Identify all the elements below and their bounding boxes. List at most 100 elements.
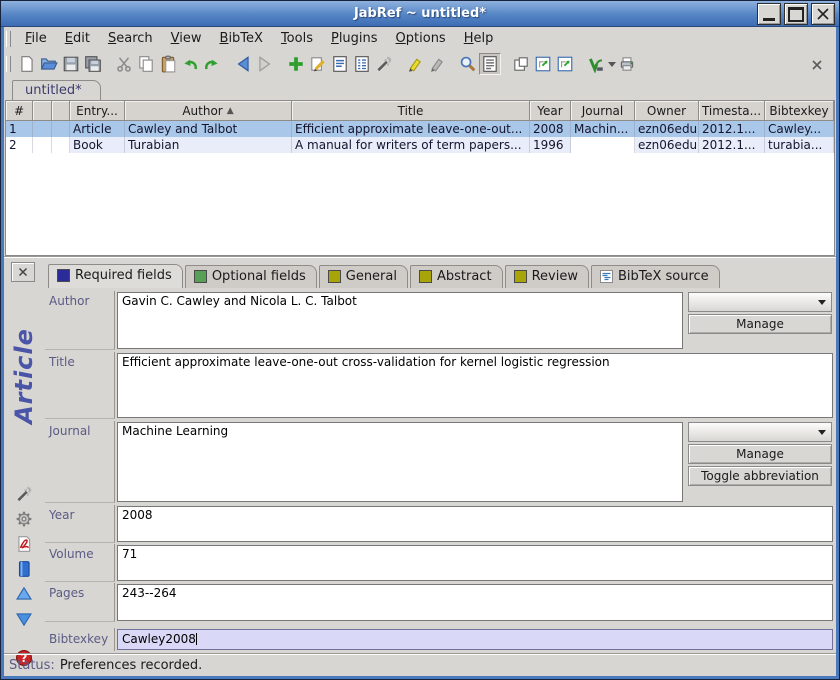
back-triangle-icon[interactable]	[232, 53, 254, 75]
cell-entrytype[interactable]: Book	[70, 137, 125, 153]
cell-year[interactable]: 2008	[530, 121, 571, 137]
col-timestamp[interactable]: Timesta...	[699, 101, 765, 121]
menu-tools[interactable]: Tools	[272, 29, 322, 48]
cell-author[interactable]: Cawley and Talbot	[125, 121, 292, 137]
tab-optional-fields[interactable]: Optional fields	[185, 265, 317, 288]
year-field[interactable]: 2008	[117, 506, 833, 542]
edit-entry-pencil-icon[interactable]	[307, 53, 329, 75]
col-journal[interactable]: Journal	[571, 101, 635, 121]
author-dropdown[interactable]	[688, 292, 832, 312]
cell-number[interactable]: 1	[6, 121, 33, 137]
undo-arrow-icon[interactable]	[179, 53, 201, 75]
author-field[interactable]: Gavin C. Cawley and Nicola L. C. Talbot	[117, 292, 683, 349]
journal-dropdown[interactable]	[688, 422, 832, 442]
maximize-button[interactable]	[784, 3, 808, 25]
col-year[interactable]: Year	[530, 101, 571, 121]
unmark-gray-marker-icon[interactable]	[426, 53, 448, 75]
editor-close-button[interactable]	[11, 262, 35, 282]
push-doc-arrow-icon[interactable]	[532, 53, 554, 75]
close-button[interactable]	[811, 3, 835, 25]
new-database-icon[interactable]	[16, 53, 38, 75]
cleanup-wand-icon[interactable]	[373, 53, 395, 75]
cell-title[interactable]: Efficient approximate leave-one-out...	[292, 121, 530, 137]
save-database-icon[interactable]	[60, 53, 82, 75]
minimize-button[interactable]	[757, 3, 781, 25]
paste-clipboard-icon[interactable]	[157, 53, 179, 75]
up-arrow-icon[interactable]	[13, 585, 35, 603]
redo-arrow-icon[interactable]	[201, 53, 223, 75]
down-arrow-icon[interactable]	[13, 610, 35, 628]
menu-plugins[interactable]: Plugins	[322, 29, 387, 48]
col-entrytype[interactable]: Entry...	[70, 101, 125, 121]
tab-general[interactable]: General	[319, 265, 408, 288]
title-field[interactable]: Efficient approximate leave-one-out cros…	[117, 353, 833, 418]
push-doc-arrow2-icon[interactable]	[554, 53, 576, 75]
cell-title[interactable]: A manual for writers of term papers...	[292, 137, 530, 153]
col-number[interactable]: #	[6, 101, 33, 121]
cell-journal[interactable]: Machin...	[571, 121, 635, 137]
cell-journal[interactable]	[571, 137, 635, 153]
book-icon[interactable]	[13, 560, 35, 578]
toggle-preview-doc-icon[interactable]	[479, 53, 501, 75]
cell-timestamp[interactable]: 2012.1...	[699, 121, 765, 137]
save-all-icon[interactable]	[82, 53, 104, 75]
col-bibtexkey[interactable]: Bibtexkey	[765, 101, 834, 121]
menu-edit[interactable]: Edit	[56, 29, 99, 48]
cell-bibtexkey[interactable]: Cawley...	[765, 121, 834, 137]
pages-field[interactable]: 243--264	[117, 584, 833, 621]
menu-bibtex[interactable]: BibTeX	[211, 29, 272, 48]
menu-search[interactable]: Search	[99, 29, 162, 48]
edit-preamble-doc-icon[interactable]	[351, 53, 373, 75]
toolbar-handle[interactable]	[6, 56, 11, 72]
col-icon1[interactable]	[33, 101, 52, 121]
forward-triangle-icon[interactable]	[254, 53, 276, 75]
menubar-handle[interactable]	[6, 31, 11, 47]
close-icon[interactable]	[806, 54, 828, 76]
mark-yellow-marker-icon[interactable]	[404, 53, 426, 75]
col-owner[interactable]: Owner	[635, 101, 699, 121]
journal-field[interactable]: Machine Learning	[117, 422, 683, 502]
cell-timestamp[interactable]: 2012.1...	[699, 137, 765, 153]
menu-view[interactable]: View	[162, 29, 211, 48]
menu-file[interactable]: File	[16, 29, 56, 48]
tab-review[interactable]: Review	[505, 265, 589, 288]
bibtexkey-field[interactable]: Cawley2008	[117, 629, 833, 650]
pdf-icon[interactable]	[13, 535, 35, 553]
manage-button[interactable]: Manage	[688, 444, 832, 464]
tab-abstract[interactable]: Abstract	[410, 265, 503, 288]
menu-help[interactable]: Help	[455, 29, 503, 48]
toggle-abbreviation-button[interactable]: Toggle abbreviation	[688, 466, 832, 486]
col-title[interactable]: Title	[292, 101, 530, 121]
cell-entrytype[interactable]: Article	[70, 121, 125, 137]
printer-icon[interactable]	[616, 53, 638, 75]
file-tab-untitled[interactable]: untitled*	[12, 80, 101, 101]
open-database-icon[interactable]	[38, 53, 60, 75]
table-row[interactable]: 1 Article Cawley and Talbot Efficient ap…	[6, 121, 834, 137]
col-author[interactable]: Author▲	[125, 101, 292, 121]
cell-icon2[interactable]	[52, 137, 70, 153]
copy-docs-icon[interactable]	[135, 53, 157, 75]
cell-bibtexkey[interactable]: turabia...	[765, 137, 834, 153]
menu-options[interactable]: Options	[387, 29, 455, 48]
cell-icon1[interactable]	[33, 121, 52, 137]
copy-squares-icon[interactable]	[510, 53, 532, 75]
green-v-icon[interactable]	[585, 53, 607, 75]
volume-field[interactable]: 71	[117, 545, 833, 581]
search-magnifier-icon[interactable]	[457, 53, 479, 75]
tab-bibtex-source[interactable]: BibTeX source	[591, 265, 720, 288]
new-entry-plus-icon[interactable]	[285, 53, 307, 75]
cut-scissors-icon[interactable]	[113, 53, 135, 75]
cell-icon1[interactable]	[33, 137, 52, 153]
cell-year[interactable]: 1996	[530, 137, 571, 153]
tab-required-fields[interactable]: Required fields	[48, 264, 183, 288]
cell-owner[interactable]: ezn06edu	[635, 137, 699, 153]
titlebar[interactable]: JabRef ~ untitled*	[1, 1, 839, 27]
cell-number[interactable]: 2	[6, 137, 33, 153]
cell-icon2[interactable]	[52, 121, 70, 137]
wand-icon[interactable]	[13, 485, 35, 503]
manage-button[interactable]: Manage	[688, 314, 832, 334]
gear-icon[interactable]	[13, 510, 35, 528]
cell-owner[interactable]: ezn06edu	[635, 121, 699, 137]
col-icon2[interactable]	[52, 101, 70, 121]
table-row[interactable]: 2 Book Turabian A manual for writers of …	[6, 137, 834, 153]
